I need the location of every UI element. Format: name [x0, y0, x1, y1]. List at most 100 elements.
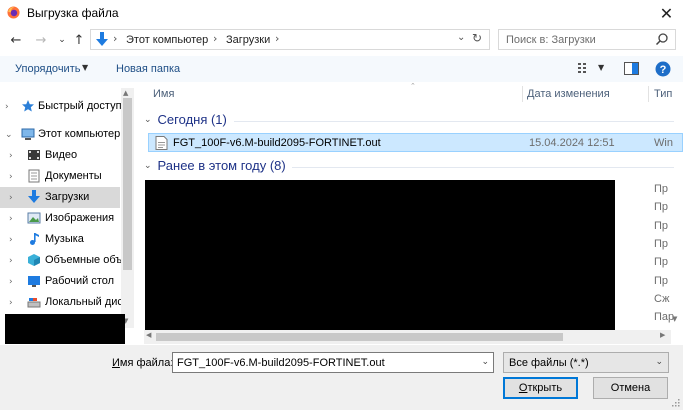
organize-button[interactable]: Упорядочить [15, 63, 80, 75]
sidebar-item-pictures[interactable]: › Изображения [0, 208, 120, 229]
navigation-bar: ← → ⌄ ↑ › Этот компьютер › Загрузки › ⌄ … [0, 28, 683, 52]
sidebar-item-label: Музыка [45, 233, 84, 245]
desktop-folder-icon [28, 276, 40, 287]
column-divider[interactable] [648, 86, 649, 102]
sidebar-item-label: Объемные объ [45, 254, 123, 266]
group-header-today[interactable]: ⌄ Сегодня (1) [144, 112, 674, 127]
open-accel: О [518, 382, 528, 394]
up-button[interactable]: ↑ [71, 31, 87, 49]
view-options-icon[interactable] [578, 63, 592, 75]
scroll-down-arrow-icon[interactable]: ▼ [672, 315, 677, 323]
music-folder-icon [30, 233, 39, 245]
sort-caret-icon: ⌃ [410, 82, 416, 90]
file-type: Win [654, 137, 673, 149]
help-icon[interactable]: ? [655, 61, 671, 77]
sidebar-item-video[interactable]: › Видео [0, 145, 120, 166]
sidebar-item-documents[interactable]: › Документы [0, 166, 120, 187]
sidebar-scrollbar[interactable]: ▲ ▼ [121, 88, 134, 328]
sidebar-item-3d-objects[interactable]: › Объемные объ [0, 250, 123, 271]
file-type-filter-select[interactable]: Все файлы (*.*) ⌄ [503, 352, 669, 373]
address-bar[interactable]: › Этот компьютер › Загрузки › ⌄ ↻ [90, 29, 490, 50]
file-date: 15.04.2024 12:51 [529, 137, 615, 149]
scroll-right-arrow-icon[interactable]: ▶ [660, 331, 665, 339]
column-header-date[interactable]: Дата изменения [527, 88, 610, 100]
file-name: FGT_100F-v6.M-build2095-FORTINET.out [173, 137, 381, 149]
breadcrumb-separator[interactable]: › [213, 32, 217, 45]
back-button[interactable]: ← [7, 31, 25, 49]
open-label: ткрыть [527, 382, 563, 394]
file-type: Пр [654, 201, 669, 213]
sidebar-item-quick-access[interactable]: › Быстрый доступ [0, 96, 122, 117]
group-collapse-icon[interactable]: ⌄ [144, 115, 152, 125]
pictures-folder-icon [27, 212, 41, 224]
filename-label-accel: И [112, 357, 120, 369]
file-type: Пр [654, 183, 669, 195]
file-row-selected[interactable]: FGT_100F-v6.M-build2095-FORTINET.out 15.… [148, 133, 683, 152]
file-list-vscroll-arrow[interactable]: ▼ [672, 312, 682, 328]
expand-chevron-icon[interactable]: › [9, 298, 13, 308]
local-disk-icon [27, 298, 41, 308]
breadcrumb-this-pc[interactable]: Этот компьютер [126, 34, 208, 46]
filter-value: Все файлы (*.*) [509, 357, 589, 369]
search-input[interactable]: Поиск в: Загрузки [498, 29, 676, 50]
sidebar-item-this-pc[interactable]: ⌄ Этот компьютер [0, 124, 120, 145]
cancel-button[interactable]: Отмена [593, 377, 668, 399]
file-list: Имя Дата изменения Тип ⌃ ⌄ Сегодня (1) F… [140, 82, 683, 344]
recent-locations-button[interactable]: ⌄ [56, 31, 68, 49]
sidebar-item-local-disk[interactable]: › Локальный дис [0, 292, 123, 313]
resize-grip-icon[interactable] [670, 397, 680, 407]
search-icon [655, 33, 668, 46]
firefox-icon [7, 6, 20, 19]
open-button[interactable]: Открыть [503, 377, 578, 399]
group-header-earlier[interactable]: ⌄ Ранее в этом году (8) [144, 158, 674, 173]
documents-folder-icon [28, 169, 40, 183]
expand-chevron-icon[interactable]: › [9, 235, 13, 245]
column-header-name[interactable]: Имя [153, 88, 174, 100]
collapse-chevron-icon[interactable]: ⌄ [5, 130, 13, 140]
breadcrumb-downloads[interactable]: Загрузки [226, 34, 270, 46]
view-options-caret-icon[interactable]: ▼ [598, 63, 604, 72]
file-type: Пр [654, 220, 669, 232]
redacted-region [145, 180, 615, 330]
hscroll-thumb[interactable] [156, 333, 563, 341]
svg-text:?: ? [660, 64, 667, 76]
new-folder-button[interactable]: Новая папка [116, 63, 180, 75]
sidebar-item-label: Локальный дис [45, 296, 123, 308]
expand-chevron-icon[interactable]: › [9, 277, 13, 287]
expand-chevron-icon[interactable]: › [9, 256, 13, 266]
sidebar-item-label: Быстрый доступ [38, 100, 122, 112]
expand-chevron-icon[interactable]: › [9, 193, 13, 203]
sidebar-scroll-thumb[interactable] [123, 98, 132, 270]
sidebar-item-label: Рабочий стол [45, 275, 115, 287]
breadcrumb-separator: › [113, 32, 118, 45]
expand-chevron-icon[interactable]: › [5, 102, 9, 112]
preview-pane-icon[interactable] [624, 62, 639, 75]
sidebar-item-downloads[interactable]: › Загрузки [0, 187, 120, 208]
breadcrumb-separator[interactable]: › [275, 32, 279, 45]
computer-icon [21, 128, 35, 140]
address-history-dropdown[interactable]: ⌄ [457, 32, 465, 43]
scroll-left-arrow-icon[interactable]: ◀ [146, 331, 151, 339]
forward-button[interactable]: → [32, 31, 50, 49]
search-placeholder: Поиск в: Загрузки [506, 34, 596, 46]
sidebar-item-music[interactable]: › Музыка [0, 229, 120, 250]
sidebar-item-label: Загрузки [45, 191, 90, 203]
refresh-button[interactable]: ↻ [472, 31, 482, 45]
column-divider[interactable] [522, 86, 523, 102]
sidebar-item-label: Изображения [45, 212, 115, 224]
column-header-type[interactable]: Тип [654, 88, 672, 100]
sidebar-item-desktop[interactable]: › Рабочий стол [0, 271, 120, 292]
chevron-down-icon[interactable]: ⌄ [481, 357, 489, 367]
scroll-up-arrow-icon[interactable]: ▲ [123, 89, 128, 97]
close-button[interactable]: ✕ [650, 0, 683, 26]
expand-chevron-icon[interactable]: › [9, 151, 13, 161]
filename-value: FGT_100F-v6.M-build2095-FORTINET.out [177, 357, 385, 369]
expand-chevron-icon[interactable]: › [9, 172, 13, 182]
group-collapse-icon[interactable]: ⌄ [144, 161, 152, 171]
window-title: Выгрузка файла [27, 6, 119, 20]
sidebar-item-label: Этот компьютер [38, 128, 121, 140]
file-list-hscrollbar[interactable]: ◀ ▶ [144, 330, 671, 344]
filename-input[interactable]: FGT_100F-v6.M-build2095-FORTINET.out ⌄ [172, 352, 494, 373]
expand-chevron-icon[interactable]: › [9, 214, 13, 224]
3d-objects-icon [28, 254, 40, 266]
